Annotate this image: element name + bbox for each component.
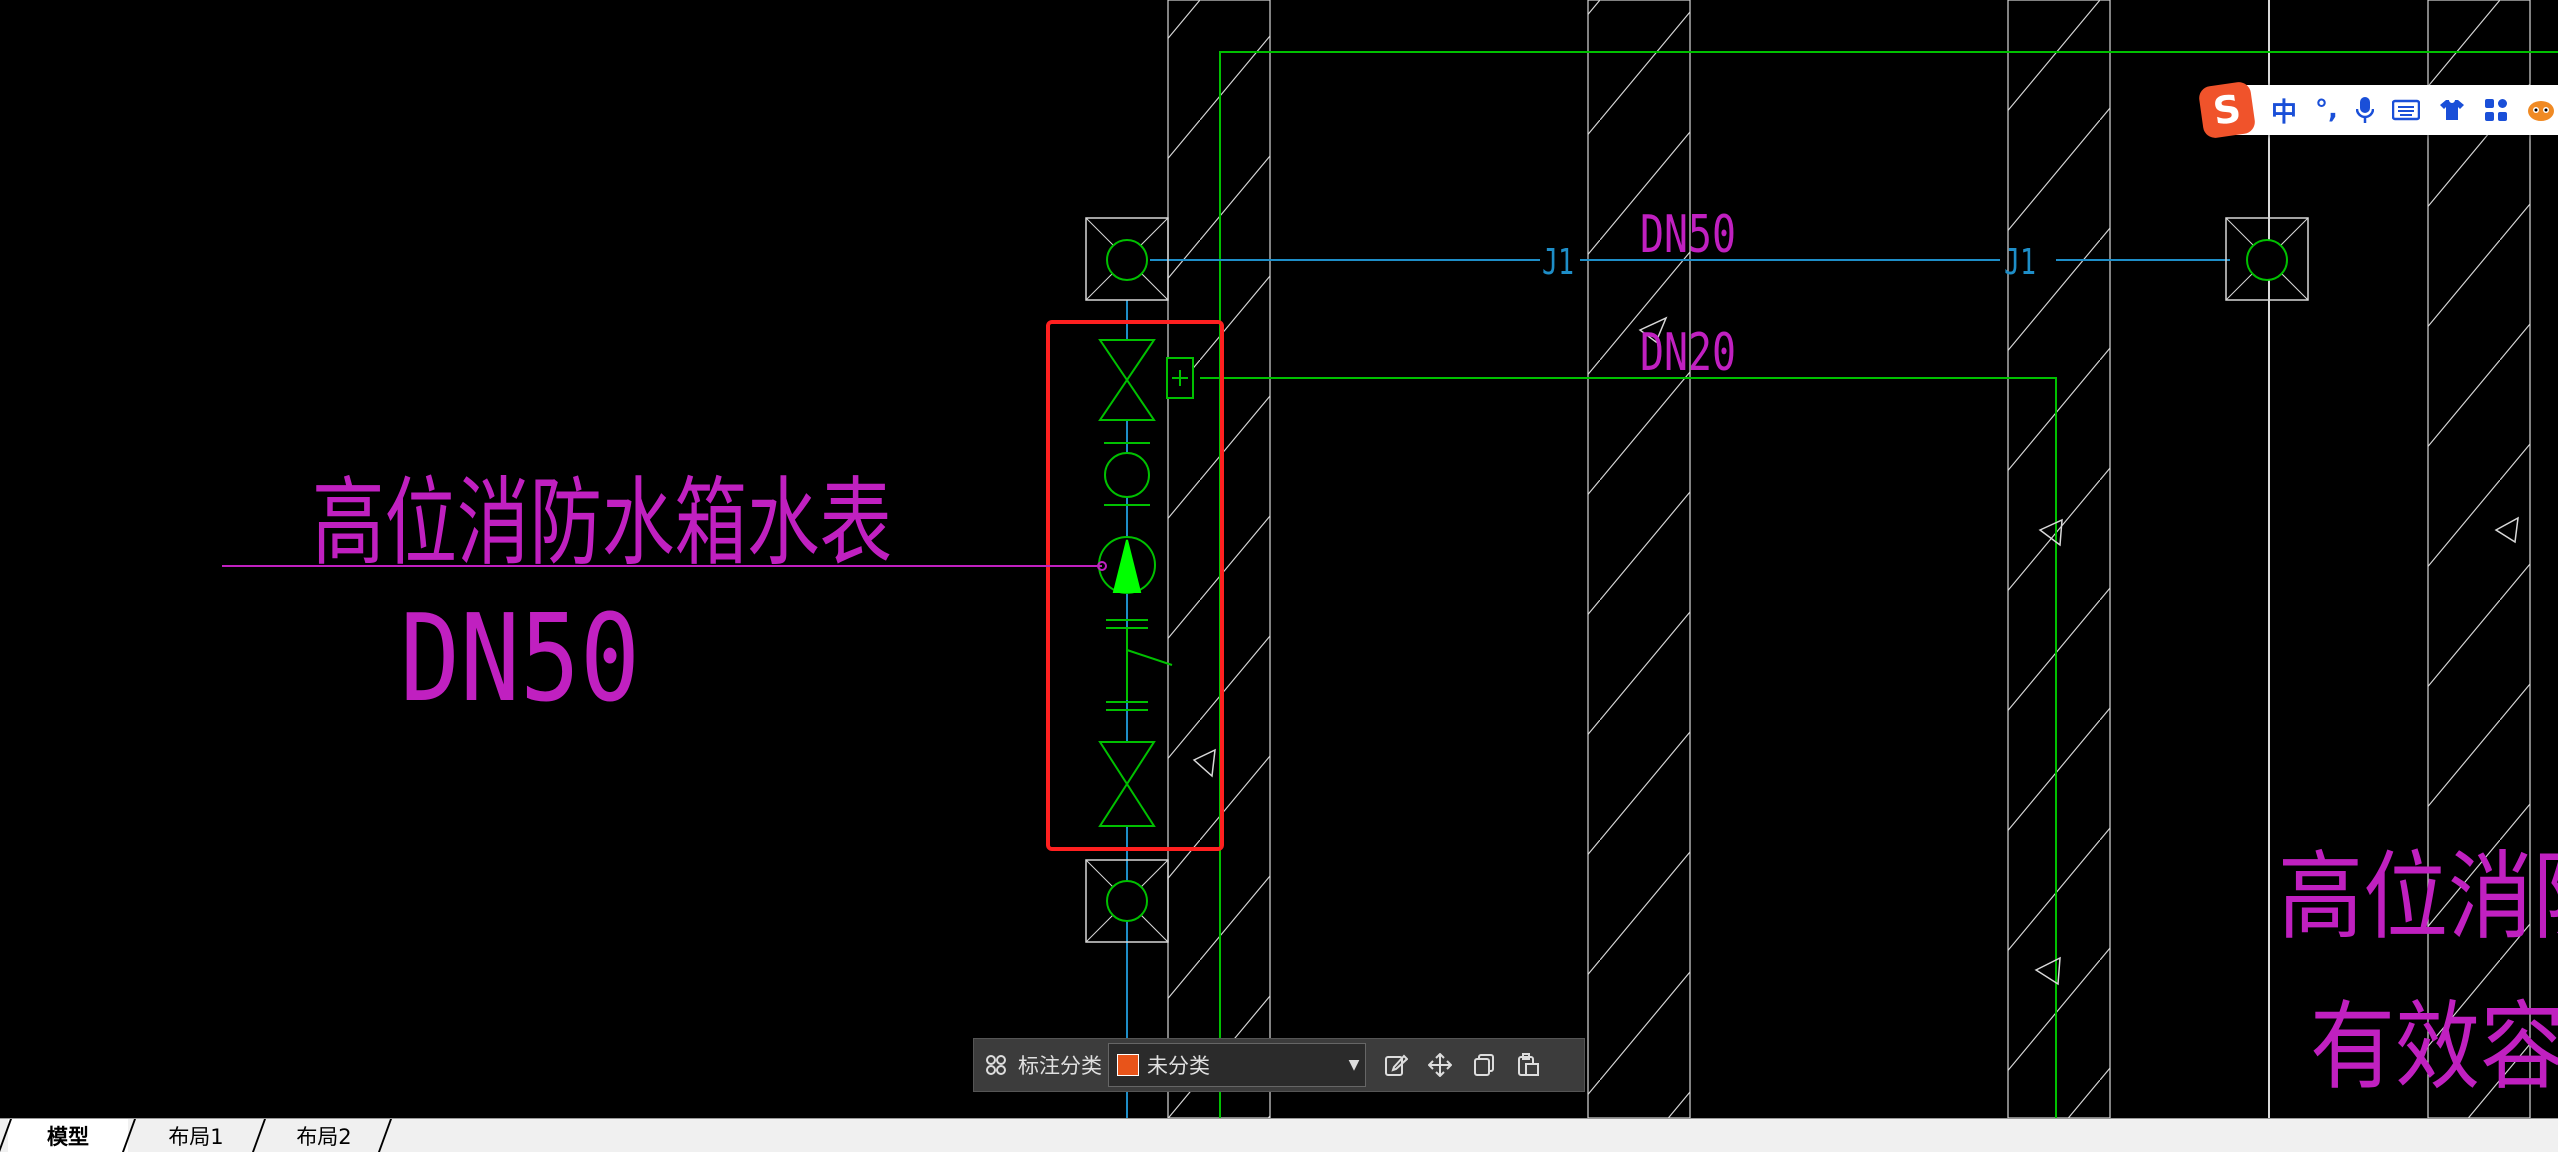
layout-tabs-bar: 模型 布局1 布局2 <box>0 1118 2558 1152</box>
edit-icon[interactable] <box>1374 1039 1418 1091</box>
pipe-label-lower: DN20 <box>1640 323 1736 383</box>
label-main: 高位消防水箱水表 <box>312 467 892 579</box>
pipe-sleeve-right <box>2225 217 2309 301</box>
keyboard-icon[interactable] <box>2391 99 2420 121</box>
grid-icon[interactable] <box>974 1039 1018 1091</box>
partial-label-line1: 高位消防 <box>2278 841 2558 953</box>
pipe-tag-1: J1 <box>1542 242 1574 283</box>
green-frame-lines <box>1200 51 2558 1118</box>
ime-punctuation-toggle[interactable]: °, <box>2315 95 2338 125</box>
pipe-label-upper: DN50 <box>1640 205 1736 265</box>
label-main-size: DN50 <box>400 590 640 729</box>
annotation-toolbar: 标注分类 未分类 ▼ <box>973 1038 1585 1092</box>
pipe-tag-2: J1 <box>2004 242 2036 283</box>
mascot-icon[interactable] <box>2526 97 2556 123</box>
move-icon[interactable] <box>1418 1039 1462 1091</box>
microphone-icon[interactable] <box>2355 96 2374 124</box>
category-color-swatch <box>1117 1054 1139 1076</box>
drawing-canvas[interactable]: 高位消防水箱水表 DN50 DN50 DN20 J1 J1 高位消防 有效容积 <box>0 0 2558 1118</box>
annotation-category-select[interactable]: 未分类 ▼ <box>1108 1043 1366 1087</box>
tab-layout2[interactable]: 布局2 <box>264 1119 384 1152</box>
paste-icon[interactable] <box>1506 1039 1550 1091</box>
chevron-down-icon: ▼ <box>1348 1057 1360 1073</box>
wall-hatch-3 <box>2007 0 2111 1118</box>
tab-layout1[interactable]: 布局1 <box>136 1119 256 1152</box>
category-selected-value: 未分类 <box>1147 1054 1210 1078</box>
tab-model[interactable]: 模型 <box>8 1119 128 1152</box>
ime-toolbar[interactable]: S 中 °, <box>2197 80 2558 140</box>
ime-mode-toggle[interactable]: 中 <box>2271 92 2297 129</box>
annotation-category-label: 标注分类 <box>1018 1054 1102 1078</box>
copy-icon[interactable] <box>1462 1039 1506 1091</box>
wall-hatch-2 <box>1587 0 1691 1118</box>
partial-label-line2: 有效容积 <box>2310 991 2558 1103</box>
toolbox-icon[interactable] <box>2484 98 2508 122</box>
ime-logo[interactable]: S <box>2197 80 2257 140</box>
skin-icon[interactable] <box>2438 98 2466 122</box>
